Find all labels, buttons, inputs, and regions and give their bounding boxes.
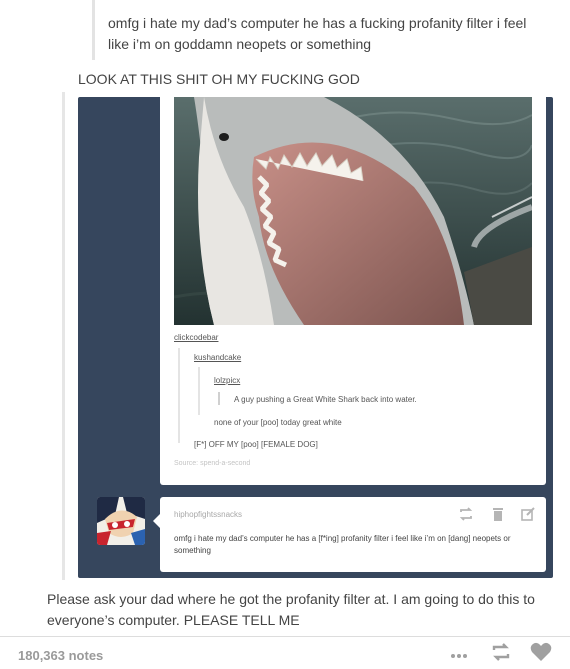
thread-user-1[interactable]: clickcodebar	[174, 333, 218, 342]
thread-line: [F*] OFF MY [poo] [FEMALE DOG]	[194, 440, 318, 449]
avatar-icon	[97, 497, 145, 545]
reply-notch	[153, 514, 160, 528]
shark-photo	[174, 97, 532, 325]
thread-nest-bar	[218, 392, 220, 405]
thread-user-2[interactable]: kushandcake	[194, 353, 241, 362]
trash-icon[interactable]	[490, 506, 506, 527]
reblog-icon[interactable]	[458, 506, 474, 527]
quote-bar	[92, 0, 95, 60]
avatar[interactable]	[97, 497, 145, 545]
comment-text: LOOK AT THIS SHIT OH MY FUCKING GOD	[78, 71, 360, 87]
comment-text: Please ask your dad where he got the pro…	[47, 591, 535, 628]
thread-nest-bar	[178, 348, 180, 443]
thread-caption: A guy pushing a Great White Shark back i…	[234, 395, 417, 404]
edit-icon[interactable]	[520, 506, 536, 527]
more-dots-icon[interactable]	[450, 648, 468, 666]
thread-nest-bar	[198, 367, 200, 415]
heart-icon[interactable]	[530, 642, 552, 667]
reblog-icon[interactable]	[490, 641, 512, 668]
quoted-comment: omfg i hate my dad’s computer he has a f…	[108, 15, 527, 52]
reply-text: omfg i hate my dad’s computer he has a […	[174, 534, 511, 555]
source-link[interactable]: Source: spend-a-second	[174, 460, 250, 467]
notes-count[interactable]: 180,363 notes	[18, 648, 103, 663]
thread-user-3[interactable]: lolzpicx	[214, 376, 240, 385]
reply-username[interactable]: hiphopfightssnacks	[174, 510, 242, 519]
divider	[0, 636, 570, 637]
shark-photo-graphic	[174, 97, 532, 325]
quote-bar	[62, 92, 65, 580]
thread-line: none of your [poo] today great white	[214, 418, 342, 427]
